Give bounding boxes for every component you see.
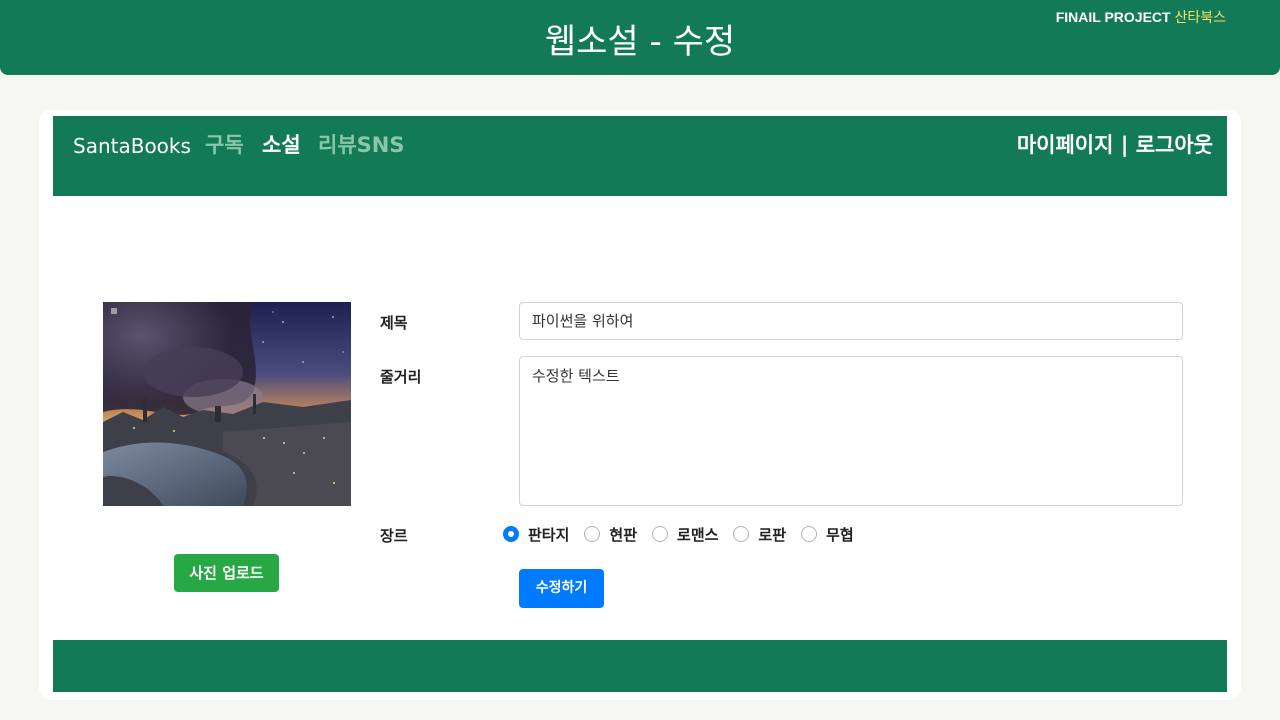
genre-option-romance-fantasy[interactable]: 로판 xyxy=(733,524,786,545)
nav-separator: | xyxy=(1113,133,1136,157)
genre-option-martial-arts[interactable]: 무협 xyxy=(801,524,854,545)
footer xyxy=(53,640,1227,692)
cover-image xyxy=(103,302,351,506)
navbar: SantaBooks 구독 소설 리뷰SNS 마이페이지 | 로그아웃 xyxy=(53,116,1227,196)
nav-link-novel[interactable]: 소설 xyxy=(262,132,301,158)
genre-option-label: 판타지 xyxy=(528,525,570,544)
plot-textarea[interactable]: 수정한 텍스트 xyxy=(519,356,1183,506)
genre-option-romance[interactable]: 로맨스 xyxy=(652,524,718,545)
page-title: 웹소설 - 수정 xyxy=(544,22,736,62)
mypage-link[interactable]: 마이페이지 xyxy=(1017,133,1114,157)
project-brand: FINAIL PROJECT 산타북스 xyxy=(1056,8,1226,26)
radio-modern-fantasy[interactable] xyxy=(584,526,601,542)
plot-label: 줄거리 xyxy=(380,368,422,386)
content-card: SantaBooks 구독 소설 리뷰SNS 마이페이지 | 로그아웃 사진 업… xyxy=(39,110,1241,700)
nav-link-review-sns[interactable]: 리뷰SNS xyxy=(318,132,404,158)
genre-option-fantasy[interactable]: 판타지 xyxy=(503,524,569,545)
genre-option-label: 현판 xyxy=(609,525,638,544)
nav-user-links: 마이페이지 | 로그아웃 xyxy=(1017,132,1213,158)
submit-edit-button[interactable]: 수정하기 xyxy=(519,569,604,608)
navbar-brand[interactable]: SantaBooks xyxy=(73,134,191,158)
genre-option-label: 무협 xyxy=(826,525,854,544)
genre-option-label: 로판 xyxy=(758,525,787,544)
top-banner: 웹소설 - 수정 FINAIL PROJECT 산타북스 xyxy=(0,0,1280,75)
radio-fantasy[interactable] xyxy=(503,526,519,542)
title-label: 제목 xyxy=(380,314,408,332)
genre-option-label: 로맨스 xyxy=(677,525,719,544)
nav-link-subscribe[interactable]: 구독 xyxy=(205,132,244,158)
radio-romance-fantasy[interactable] xyxy=(733,526,750,542)
radio-martial-arts[interactable] xyxy=(801,526,818,542)
logout-link[interactable]: 로그아웃 xyxy=(1136,133,1213,157)
genre-radio-group: 판타지 현판 로맨스 로판 무협 xyxy=(503,523,869,545)
genre-label: 장르 xyxy=(380,527,408,545)
project-brand-prefix: FINAIL PROJECT xyxy=(1055,9,1171,25)
radio-romance[interactable] xyxy=(652,526,669,542)
title-input[interactable]: 파이썬을 위하여 xyxy=(519,302,1183,340)
photo-upload-button[interactable]: 사진 업로드 xyxy=(174,554,279,592)
genre-option-modern-fantasy[interactable]: 현판 xyxy=(584,524,637,545)
project-brand-name: 산타북스 xyxy=(1174,9,1226,25)
